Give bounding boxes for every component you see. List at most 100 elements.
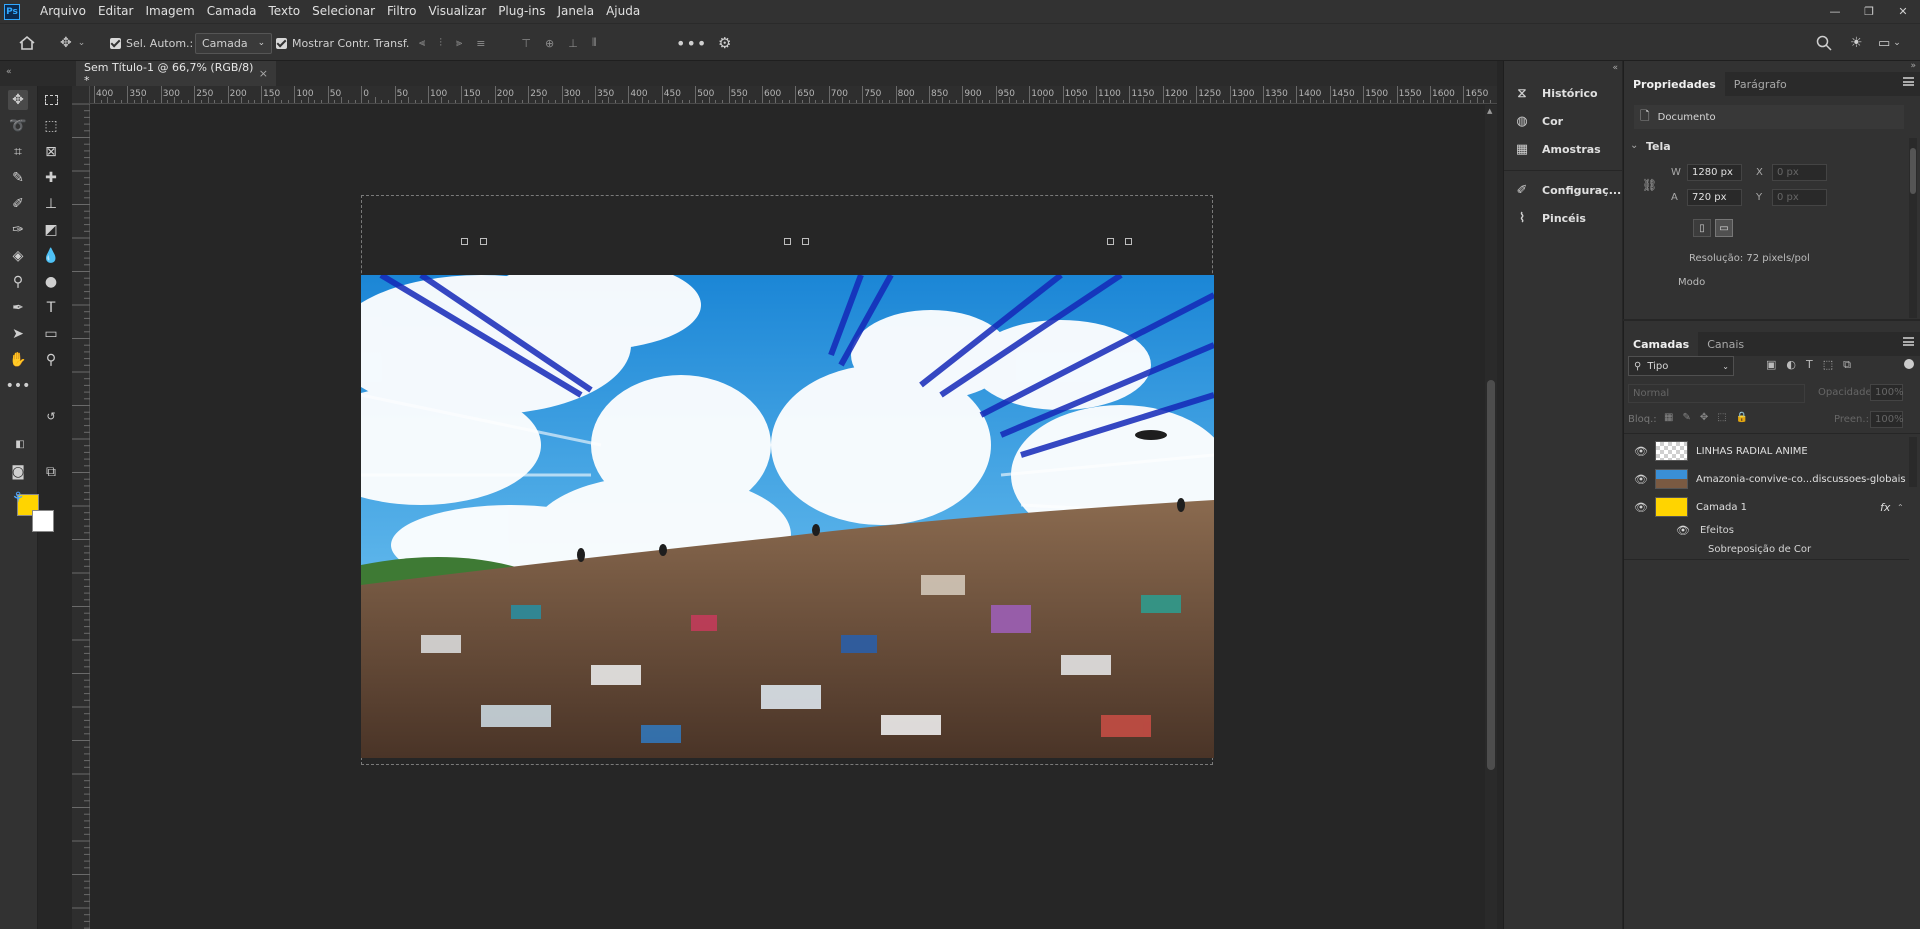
menu-texto[interactable]: Texto (263, 0, 307, 23)
clone-stamp-tool-icon[interactable]: ⊥ (41, 194, 61, 214)
restore-icon[interactable]: ❐ (1852, 0, 1886, 23)
layer-row-linhas-radial[interactable]: 👁 LINHAS RADIAL ANIME (1624, 437, 1909, 465)
move-tool-preset-icon[interactable]: ✥ ⌄ (60, 24, 85, 62)
transform-handle[interactable] (802, 238, 809, 245)
opacity-field[interactable]: 100% (1870, 384, 1904, 401)
layers-scrollbar[interactable] (1909, 437, 1917, 487)
tab-canais[interactable]: Canais (1698, 332, 1753, 356)
align-hcenter-icon[interactable]: ⫶ (439, 36, 442, 50)
chevron-down-icon[interactable]: ⌄ (1630, 140, 1638, 151)
panel-amostras[interactable]: ▦ Amostras (1514, 138, 1601, 160)
panel-menu-icon[interactable] (1903, 337, 1914, 346)
height-field[interactable]: 720 px (1687, 189, 1742, 206)
pen-tool-icon[interactable]: ✒ (8, 298, 28, 318)
menu-selecionar[interactable]: Selecionar (306, 0, 381, 23)
layer-filter-dropdown[interactable]: ⚲ Tipo ⌄ (1628, 356, 1734, 376)
discover-lightbulb-icon[interactable]: ☀ (1850, 24, 1863, 62)
menu-plugins[interactable]: Plug-ins (492, 0, 551, 23)
blur-tool-icon[interactable]: 💧 (41, 246, 61, 266)
more-options-icon[interactable]: ••• (676, 24, 707, 62)
close-tab-icon[interactable]: × (259, 67, 268, 80)
collapse-toolbar-icon[interactable]: « (6, 67, 12, 77)
transform-handle[interactable] (1107, 238, 1114, 245)
lock-all-icon[interactable]: 🔒 (1736, 412, 1748, 423)
transform-handle[interactable] (480, 238, 487, 245)
zoom-tool-icon[interactable]: ⚲ (41, 350, 61, 370)
layer-row-camada-1[interactable]: 👁 Camada 1 fx ⌃ (1624, 493, 1909, 521)
document-image[interactable] (361, 275, 1214, 758)
landscape-orientation-icon[interactable]: ▭ (1715, 219, 1733, 237)
menu-ajuda[interactable]: Ajuda (600, 0, 646, 23)
align-right-icon[interactable]: ⫸ (456, 36, 462, 50)
object-selection-tool-icon[interactable]: ⬚ (41, 116, 61, 136)
hand-tool-icon[interactable]: ✋ (8, 350, 28, 370)
auto-select-checkbox[interactable]: Sel. Autom.: (110, 24, 193, 62)
panel-configuracoes-pincel[interactable]: ✐ Configuraç... (1514, 179, 1622, 201)
smart-object-filter-icon[interactable]: ⧉ (1843, 358, 1851, 372)
tab-paragrafo[interactable]: Parágrafo (1725, 72, 1796, 96)
menu-editar[interactable]: Editar (92, 0, 140, 23)
background-color-swatch[interactable] (32, 510, 54, 532)
portrait-orientation-icon[interactable]: ▯ (1693, 219, 1711, 237)
lock-pixels-icon[interactable]: ✎ (1682, 412, 1690, 423)
menu-visualizar[interactable]: Visualizar (422, 0, 492, 23)
fill-field[interactable]: 100% (1870, 411, 1904, 428)
minimize-icon[interactable]: — (1818, 0, 1852, 23)
history-brush-tool-icon[interactable]: ✑ (8, 220, 28, 240)
link-icon[interactable]: ⛓ (1642, 178, 1657, 192)
pixel-filter-icon[interactable]: ▣ (1766, 358, 1776, 372)
collapse-panels-icon[interactable]: » (1910, 61, 1916, 71)
lock-position-icon[interactable]: ✥ (1700, 412, 1708, 423)
chevron-up-icon[interactable]: ⌃ (1897, 503, 1904, 512)
y-field[interactable]: 0 px (1772, 189, 1827, 206)
adjustment-filter-icon[interactable]: ◐ (1786, 358, 1796, 372)
default-colors-icon[interactable]: ◧ (10, 434, 30, 454)
panel-historico[interactable]: ⧖ Histórico (1514, 82, 1597, 104)
transform-handle[interactable] (1125, 238, 1132, 245)
frame-tool-icon[interactable]: ⊠ (41, 142, 61, 162)
gear-icon[interactable]: ⚙ (718, 24, 731, 62)
menu-janela[interactable]: Janela (552, 0, 601, 23)
brush-tool-icon[interactable]: ✐ (8, 194, 28, 214)
menu-camada[interactable]: Camada (201, 0, 263, 23)
sponge-tool-icon[interactable]: ● (41, 272, 61, 292)
effect-color-overlay[interactable]: Sobreposição de Cor (1708, 544, 1811, 555)
search-icon[interactable] (1816, 24, 1832, 62)
expand-panels-icon[interactable]: « (1612, 63, 1618, 73)
healing-brush-tool-icon[interactable]: ✚ (41, 168, 61, 188)
align-bottom-icon[interactable]: ⊥ (568, 37, 578, 50)
type-filter-icon[interactable]: T (1806, 358, 1813, 372)
align-top-icon[interactable]: ⊤ (521, 37, 531, 50)
edit-toolbar-icon[interactable]: ••• (6, 376, 31, 396)
lock-artboard-icon[interactable]: ⬚ (1717, 412, 1726, 423)
panel-cor[interactable]: ◍ Cor (1514, 110, 1563, 132)
menu-filtro[interactable]: Filtro (381, 0, 422, 23)
align-left-icon[interactable]: ⫷ (419, 36, 425, 50)
swap-colors-icon[interactable]: ↺ (41, 406, 61, 426)
tab-propriedades[interactable]: Propriedades (1624, 72, 1725, 96)
eye-icon[interactable]: 👁 (1676, 524, 1690, 537)
marquee-tool-icon[interactable] (41, 90, 61, 110)
eye-icon[interactable]: 👁 (1634, 473, 1648, 486)
panel-pinceis[interactable]: ⌇ Pincéis (1514, 207, 1586, 229)
move-tool-icon[interactable]: ✥ (8, 90, 28, 110)
lasso-tool-icon[interactable]: ➰ (8, 116, 28, 136)
filter-toggle-icon[interactable] (1904, 359, 1914, 369)
show-transform-checkbox[interactable]: Mostrar Contr. Transf. (276, 24, 409, 62)
screen-mode-icon[interactable]: ⧉ (41, 462, 61, 482)
transform-handle[interactable] (784, 238, 791, 245)
fx-badge[interactable]: fx (1880, 501, 1890, 514)
eraser-tool-icon[interactable]: ◩ (41, 220, 61, 240)
canvas-vertical-scrollbar[interactable]: ▲ (1485, 105, 1497, 929)
path-selection-tool-icon[interactable]: ➤ (8, 324, 28, 344)
distribute-v-icon[interactable]: ⦀ (592, 36, 597, 50)
align-vcenter-icon[interactable]: ⊕ (545, 37, 554, 50)
workspace-icon[interactable]: ▭ ⌄ (1878, 24, 1901, 62)
x-field[interactable]: 0 px (1772, 164, 1827, 181)
transform-handle[interactable] (461, 238, 468, 245)
width-field[interactable]: 1280 px (1687, 164, 1742, 181)
plugin-icon[interactable]: ⚘ (8, 488, 28, 508)
rectangle-tool-icon[interactable]: ▭ (41, 324, 61, 344)
tab-camadas[interactable]: Camadas (1624, 332, 1699, 356)
ruler-origin[interactable] (72, 86, 90, 104)
